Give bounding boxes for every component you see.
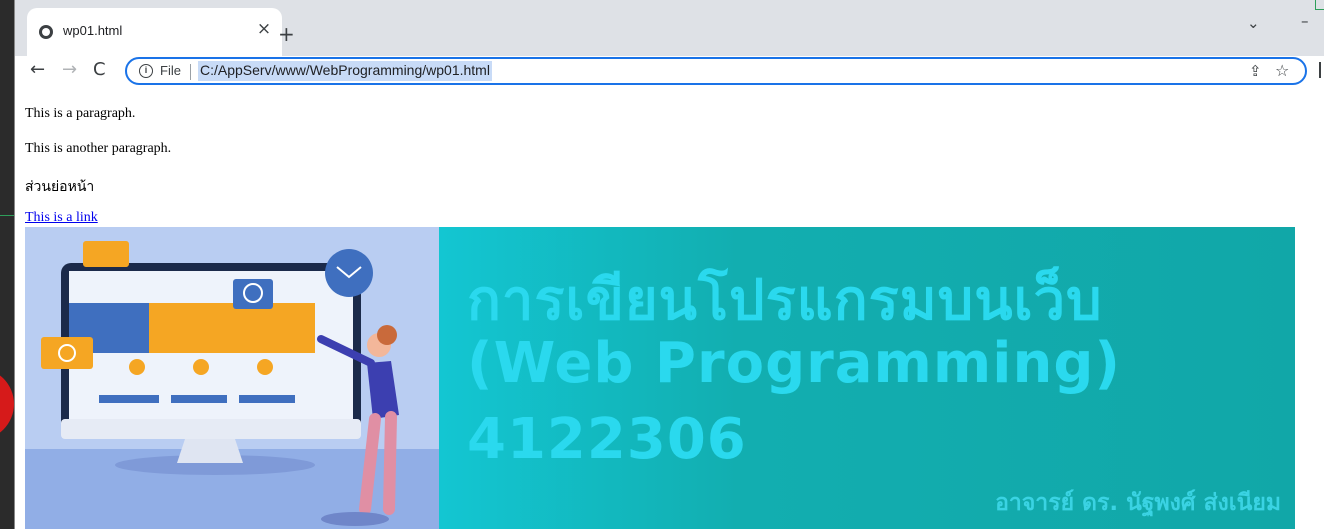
minimize-button[interactable]: – <box>1301 12 1309 30</box>
address-bar[interactable]: i File C:/AppServ/www/WebProgramming/wp0… <box>125 57 1307 85</box>
page-content: This is a paragraph. This is another par… <box>15 88 1324 529</box>
desktop-guide-corner <box>1315 0 1324 10</box>
browser-window: wp01.html × + ⌄ – ← → C i File C:/AppSer… <box>14 0 1324 529</box>
banner-title-english: (Web Programming) <box>467 331 1121 396</box>
share-icon[interactable]: ⇪ <box>1249 62 1262 80</box>
extensions-divider <box>1319 62 1321 78</box>
address-separator <box>190 64 191 80</box>
reload-button[interactable]: C <box>93 59 106 80</box>
forward-button[interactable]: → <box>62 59 77 80</box>
tab-search-button[interactable]: ⌄ <box>1247 14 1260 32</box>
course-banner-image: การเขียนโปรแกรมบนเว็บ (Web Programming) … <box>25 227 1295 529</box>
page-link[interactable]: This is a link <box>25 210 98 226</box>
url-text[interactable]: C:/AppServ/www/WebProgramming/wp01.html <box>198 61 492 81</box>
tab-wp01[interactable]: wp01.html × <box>27 8 282 56</box>
desktop-left-edge <box>0 0 14 529</box>
bookmark-star-icon[interactable]: ☆ <box>1275 61 1289 80</box>
banner-title-panel: การเขียนโปรแกรมบนเว็บ (Web Programming) … <box>439 227 1295 529</box>
browser-toolbar: ← → C i File C:/AppServ/www/WebProgrammi… <box>15 56 1324 88</box>
info-icon[interactable]: i <box>139 64 153 78</box>
banner-author: อาจารย์ ดร. นัฐพงศ์ ส่งเนียม <box>995 490 1281 516</box>
globe-icon <box>39 25 53 39</box>
back-button[interactable]: ← <box>30 59 45 80</box>
desktop-guide-line <box>0 215 14 216</box>
banner-course-code: 4122306 <box>467 407 747 472</box>
banner-illustration <box>25 227 439 529</box>
monitor-illustration <box>41 241 399 526</box>
paragraph-1: This is a paragraph. <box>25 106 136 121</box>
file-scheme-label: File <box>160 63 181 78</box>
tab-strip: wp01.html × + ⌄ – <box>15 0 1324 56</box>
thai-heading: ส่วนย่อหน้า <box>25 179 95 195</box>
paragraph-2: This is another paragraph. <box>25 141 172 156</box>
tab-close-button[interactable]: × <box>253 19 275 41</box>
new-tab-button[interactable]: + <box>278 22 295 46</box>
tab-title: wp01.html <box>63 23 123 38</box>
